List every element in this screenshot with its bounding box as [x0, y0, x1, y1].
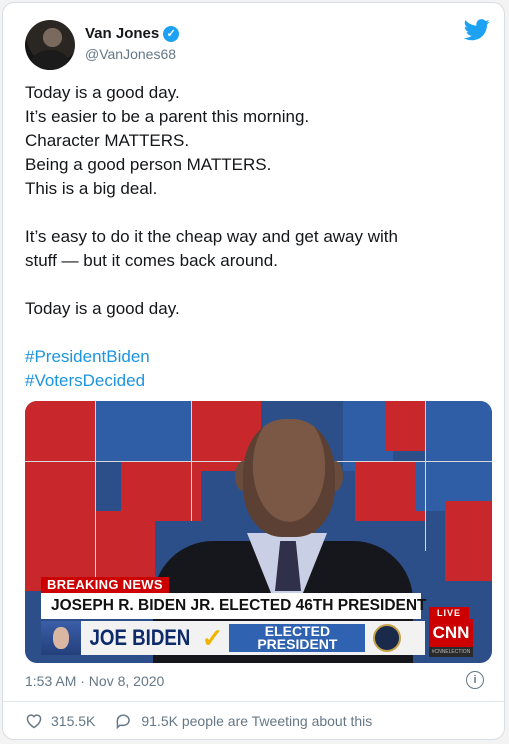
- breaking-news-label: BREAKING NEWS: [41, 577, 169, 593]
- verified-icon: ✓: [163, 25, 180, 42]
- tweet-line: It’s easier to be a parent this morning.: [25, 107, 310, 126]
- tweet-line: stuff — but it comes back around.: [25, 251, 278, 270]
- author-name-row[interactable]: Van Jones ✓: [85, 25, 180, 42]
- like-count: 315.5K: [51, 713, 96, 729]
- conversation-button[interactable]: 91.5K people are Tweeting about this: [115, 713, 372, 729]
- network-subtag: #CNNELECTION: [429, 647, 473, 657]
- tweet-text: Today is a good day. It’s easier to be a…: [25, 81, 495, 393]
- anchor-head: [243, 419, 335, 537]
- tweet-line: Today is a good day.: [25, 299, 180, 318]
- presidential-seal-icon: [373, 624, 402, 652]
- info-icon[interactable]: i: [466, 671, 484, 689]
- tweet-line: Today is a good day.: [25, 83, 180, 102]
- like-button[interactable]: 315.5K: [25, 713, 95, 729]
- heart-icon: [26, 714, 42, 729]
- avatar[interactable]: [25, 20, 75, 70]
- author-name[interactable]: Van Jones: [85, 25, 159, 42]
- divider: [3, 701, 504, 702]
- hashtag-voters-decided[interactable]: #VotersDecided: [25, 369, 495, 393]
- author-handle[interactable]: @VanJones68: [85, 46, 176, 62]
- video-media[interactable]: BREAKING NEWS JOSEPH R. BIDEN JR. ELECTE…: [25, 401, 492, 663]
- tweet-line: Character MATTERS.: [25, 131, 190, 150]
- elected-badge: ELECTED PRESIDENT: [229, 624, 366, 652]
- live-badge: LIVE: [429, 607, 469, 619]
- news-headline: JOSEPH R. BIDEN JR. ELECTED 46TH PRESIDE…: [41, 593, 427, 619]
- tweet-line: This is a big deal.: [25, 179, 158, 198]
- lower-third: JOE BIDEN ✓ ELECTED PRESIDENT: [41, 621, 425, 655]
- candidate-thumbnail: [41, 621, 81, 655]
- network-logo: CNN: [429, 619, 473, 647]
- tweet-line: Being a good person MATTERS.: [25, 155, 272, 174]
- twitter-bird-icon[interactable]: [464, 19, 490, 41]
- elected-line2: PRESIDENT: [257, 636, 338, 652]
- tweet-timestamp[interactable]: 1:53 AM · Nov 8, 2020: [25, 673, 164, 689]
- checkmark-icon: ✓: [201, 622, 224, 653]
- lower-third-name: JOE BIDEN: [89, 625, 191, 650]
- conversation-text: 91.5K people are Tweeting about this: [141, 713, 373, 729]
- hashtag-president-biden[interactable]: #PresidentBiden: [25, 345, 495, 369]
- tweet-actions: 315.5K 91.5K people are Tweeting about t…: [25, 713, 372, 729]
- tweet-line: It’s easy to do it the cheap way and get…: [25, 227, 398, 246]
- tweet-card: Van Jones ✓ @VanJones68 Today is a good …: [2, 2, 505, 740]
- reply-bubble-icon: [116, 714, 131, 729]
